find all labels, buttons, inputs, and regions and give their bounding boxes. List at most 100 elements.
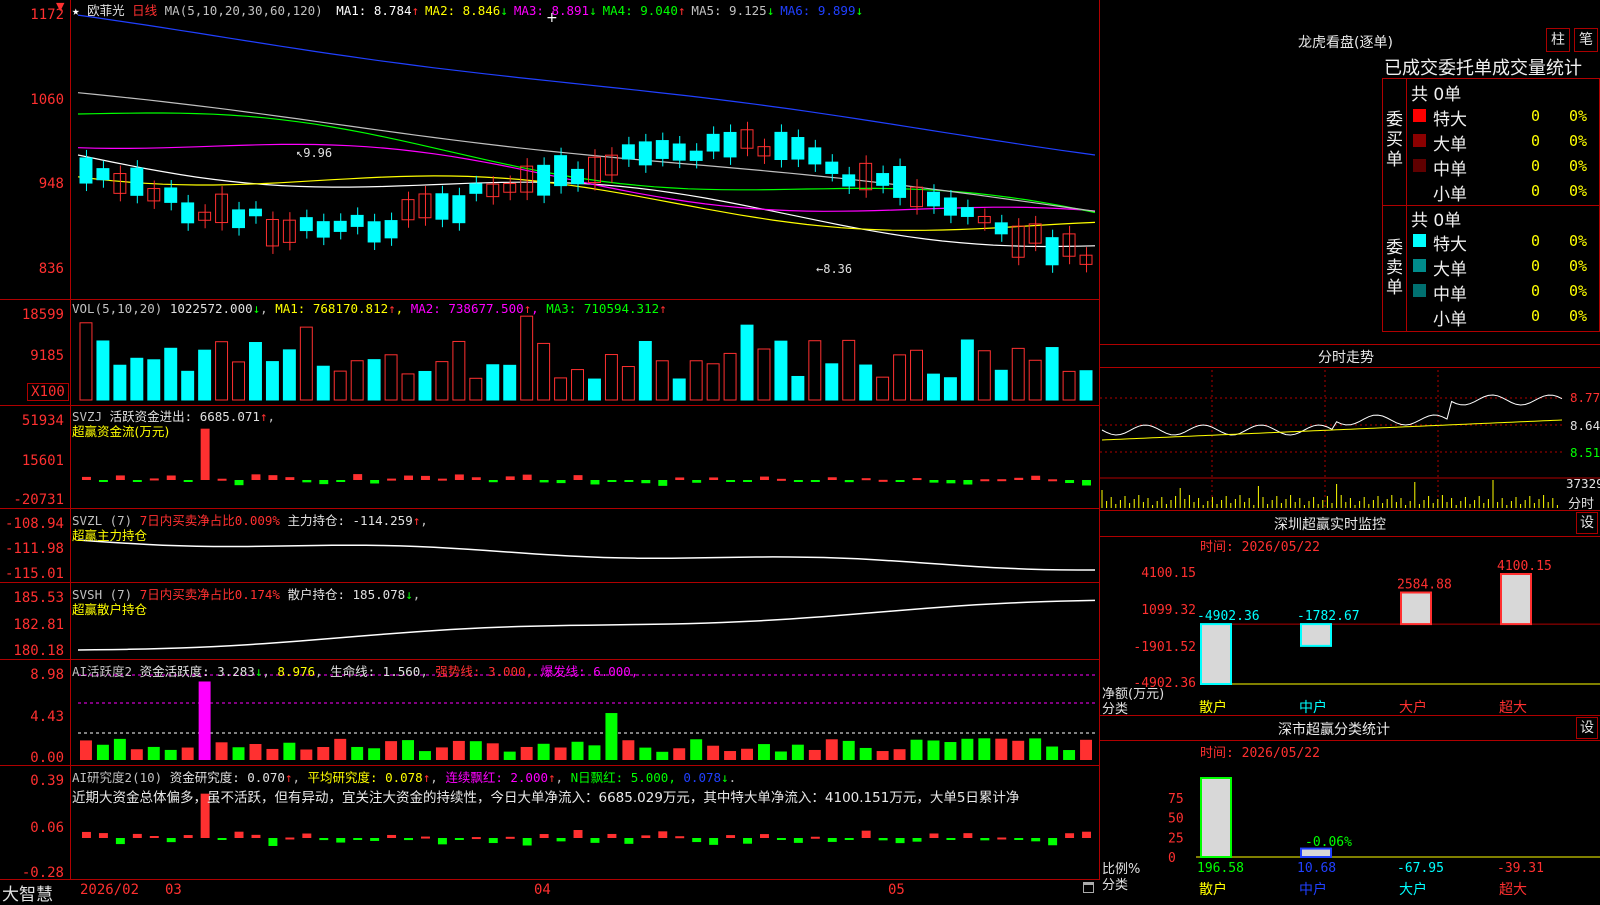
main-y-tick: 948	[38, 176, 64, 192]
ai-research-bar	[1048, 838, 1058, 846]
svzj-bar	[387, 478, 397, 481]
sell-order-value: 0	[1531, 307, 1541, 325]
volume-bar	[401, 373, 415, 401]
stock-name[interactable]: 欧菲光	[87, 3, 125, 18]
svzj-y-tick: 15601	[21, 453, 64, 469]
svsh-y-tick: 182.81	[13, 617, 64, 633]
volume-bar	[1062, 370, 1076, 401]
ai-research-bar	[743, 838, 752, 844]
sell-total: 共 0单	[1411, 211, 1462, 231]
sz-stats-category: 散户	[1199, 881, 1227, 898]
tick-mode-button[interactable]: 笔	[1574, 28, 1598, 52]
sell-order-color-swatch	[1413, 259, 1426, 272]
svzj-bar	[539, 480, 549, 483]
ai-active-bar	[469, 741, 482, 760]
star-icon[interactable]: ★	[72, 3, 80, 18]
volume-bar	[757, 348, 771, 401]
column-mode-button[interactable]: 柱	[1546, 28, 1570, 52]
sz-stats-y-tick: 50	[1168, 812, 1184, 827]
ai-active-bar	[588, 745, 601, 760]
right-panel: -4902.36 散户 -1782.67 中户 2584.88 大户 4100.15 超大 7…	[1100, 0, 1600, 900]
volume-bar	[927, 373, 940, 401]
ai-research-bar	[980, 838, 990, 841]
svzj-bar	[726, 480, 736, 482]
ai-research-bar	[607, 833, 617, 838]
svzj-bar	[692, 480, 702, 483]
ai-research-y-tick: -0.28	[21, 865, 64, 881]
ai-research-bar	[912, 838, 922, 842]
chart-area[interactable]: ★ 欧菲光 日线 MA(5,10,20,30,60,120) MA1: 8.78…	[0, 0, 1100, 905]
volume-bar	[842, 339, 856, 401]
ai-active-bar	[995, 738, 1008, 760]
candle	[621, 144, 635, 160]
sz-stats-category: 大户	[1399, 881, 1427, 898]
sz-stats-time: 时间: 2026/05/22	[1200, 746, 1320, 761]
ai-research-bar	[82, 831, 91, 838]
sz-monitor-y-tick: 1099.32	[1141, 603, 1196, 618]
ai-active-bar	[486, 743, 499, 760]
period-label[interactable]: 日线	[132, 3, 157, 18]
volume-bar	[520, 315, 534, 401]
ai-research-bar	[539, 834, 549, 838]
ai-research-bar	[760, 834, 769, 838]
buy-order-label: 小单	[1433, 185, 1467, 205]
intraday-price-tick: 8.51	[1570, 445, 1600, 460]
svzj-bar	[743, 480, 752, 482]
volume-bar	[994, 369, 1008, 401]
svzj-bar	[353, 474, 363, 480]
svzj-y-tick: -20731	[13, 492, 64, 508]
ai-research-bar	[641, 835, 651, 838]
svzl-y-tick: -111.98	[4, 541, 64, 557]
ai-research-bar	[692, 838, 702, 843]
ma-line	[77, 14, 1096, 156]
svsh-y-tick: 180.18	[13, 643, 64, 659]
ai-active-bar	[147, 746, 160, 760]
svzj-bar	[149, 478, 159, 481]
volume-bar	[147, 359, 161, 401]
sz-stats-settings-button[interactable]: 设	[1576, 717, 1598, 739]
volume-bar	[943, 377, 957, 401]
sell-order-row: 特大 0 0%	[1411, 230, 1597, 255]
sell-order-color-swatch	[1413, 234, 1426, 247]
svzj-bar	[522, 474, 532, 480]
candle	[876, 173, 890, 186]
ai-active-bar	[1080, 739, 1092, 760]
svzj-y-tick: 51934	[21, 413, 64, 429]
sz-monitor-settings-button[interactable]: 设	[1576, 512, 1598, 534]
ai-active-bar	[741, 748, 753, 760]
candle	[350, 214, 364, 227]
buy-order-row: 特大 0 0%	[1411, 105, 1597, 130]
ai-active-bar	[435, 747, 448, 760]
volume-bar	[198, 349, 212, 401]
ai-research-bar	[421, 836, 430, 839]
ai-active-bar	[96, 744, 109, 760]
svzj-bar	[895, 480, 905, 482]
candle	[977, 215, 991, 224]
lock-icon[interactable]	[1083, 882, 1094, 893]
buy-order-label: 大单	[1433, 135, 1467, 155]
ai-research-bar	[726, 835, 736, 838]
volume-bar	[96, 340, 110, 401]
candle	[689, 150, 703, 161]
svzj-bar	[997, 479, 1007, 482]
ai-research-bar	[149, 835, 159, 838]
candle	[638, 141, 652, 166]
volume-bar	[808, 340, 822, 401]
ai-research-bar	[878, 838, 888, 841]
volume-y-tick: 9185	[30, 348, 64, 364]
ai-research-bar	[827, 838, 837, 842]
candle	[571, 168, 584, 185]
sz-monitor-bar	[1400, 591, 1432, 626]
ai-research-bar	[454, 838, 464, 840]
sell-order-color-swatch	[1413, 284, 1426, 297]
sz-monitor-value-label: 2584.88	[1397, 578, 1452, 593]
volume-bar	[1011, 347, 1025, 401]
buy-order-row: 中单 0 0%	[1411, 155, 1597, 180]
volume-unit-label[interactable]: X100	[27, 383, 69, 401]
ai-research-bar	[1065, 833, 1075, 838]
ai-research-bar	[1014, 838, 1024, 840]
ai-active-bar	[758, 744, 770, 760]
candle	[672, 143, 686, 161]
ai-active-bar	[605, 713, 618, 760]
sz-monitor-value-label: 4100.15	[1497, 559, 1552, 574]
